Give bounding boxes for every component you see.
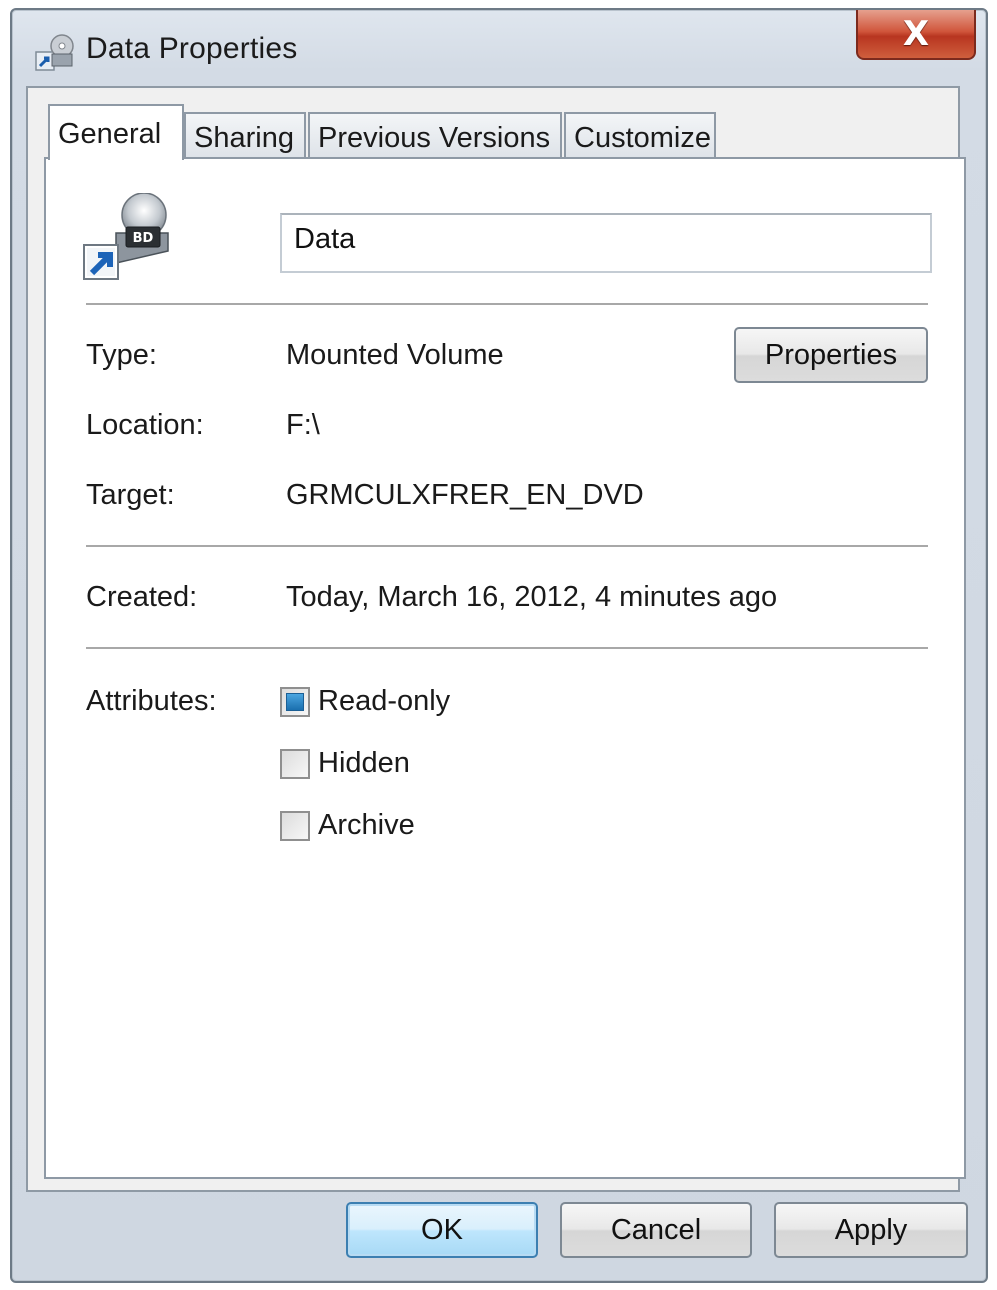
apply-button[interactable]: Apply: [774, 1202, 968, 1258]
separator-1: [86, 303, 928, 307]
tab-general-label: General: [58, 118, 162, 150]
separator-3: [86, 647, 928, 651]
read-only-label: Read-only: [318, 685, 451, 717]
window-title: Data Properties: [86, 32, 298, 65]
drive-shortcut-icon: [35, 34, 74, 71]
title-bar[interactable]: Data Properties X: [12, 10, 986, 88]
tab-previous-versions[interactable]: Previous Versions: [308, 112, 562, 160]
location-value: F:\: [286, 409, 320, 441]
created-label: Created:: [86, 581, 198, 613]
archive-checkbox-box[interactable]: [280, 810, 310, 841]
general-tab-panel: BD Data Type: Mounted Volume Properties …: [44, 157, 966, 1179]
properties-button[interactable]: Properties: [734, 327, 928, 383]
target-value: GRMCULXFRER_EN_DVD: [286, 479, 644, 511]
attributes-label: Attributes:: [86, 685, 217, 717]
tab-customize-label: Customize: [574, 122, 711, 154]
created-value: Today, March 16, 2012, 4 minutes ago: [286, 581, 778, 613]
location-label: Location:: [86, 409, 204, 441]
read-only-checkbox[interactable]: Read-only: [280, 685, 450, 718]
tab-sharing[interactable]: Sharing: [184, 112, 306, 160]
hidden-checkbox[interactable]: Hidden: [280, 747, 410, 780]
bd-drive-shortcut-icon: BD: [83, 193, 169, 280]
tab-general[interactable]: General: [48, 104, 184, 160]
close-icon: X: [902, 14, 930, 54]
hidden-label: Hidden: [318, 747, 410, 779]
type-label: Type:: [86, 339, 157, 371]
type-value: Mounted Volume: [286, 339, 504, 371]
cancel-button[interactable]: Cancel: [560, 1202, 752, 1258]
hidden-checkbox-box[interactable]: [280, 748, 310, 779]
target-label: Target:: [86, 479, 175, 511]
tab-sharing-label: Sharing: [194, 122, 294, 154]
read-only-checkbox-box[interactable]: [280, 686, 310, 717]
ok-button[interactable]: OK: [346, 1202, 538, 1258]
tab-customize[interactable]: Customize: [564, 112, 716, 160]
close-button[interactable]: X: [856, 10, 976, 60]
svg-text:BD: BD: [133, 231, 154, 246]
archive-label: Archive: [318, 809, 415, 841]
name-field[interactable]: Data: [280, 213, 932, 273]
tab-previous-versions-label: Previous Versions: [318, 122, 551, 154]
archive-checkbox[interactable]: Archive: [280, 809, 415, 842]
separator-2: [86, 545, 928, 549]
